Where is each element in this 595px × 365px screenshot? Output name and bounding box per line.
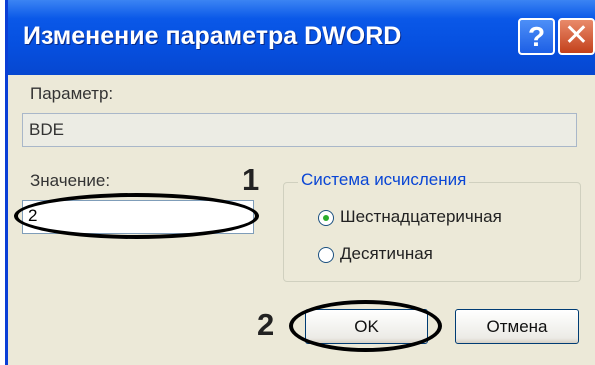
decimal-label[interactable]: Десятичная xyxy=(340,244,433,264)
radio-selected-dot xyxy=(323,215,329,221)
hexadecimal-label[interactable]: Шестнадцатеричная xyxy=(340,207,502,227)
annotation-marker-2: 2 xyxy=(257,307,275,342)
parameter-label: Параметр: xyxy=(30,84,114,103)
dialog-title: Изменение параметра DWORD xyxy=(23,22,402,50)
close-button[interactable]: ✕ xyxy=(558,18,595,55)
annotation-oval-ok xyxy=(289,300,442,352)
annotation-oval-value xyxy=(14,193,259,239)
annotation-marker-1: 1 xyxy=(242,162,260,197)
decimal-radio[interactable] xyxy=(318,247,334,263)
title-bar[interactable]: Изменение параметра DWORD ? ✕ xyxy=(8,0,595,75)
help-button[interactable]: ? xyxy=(518,18,555,55)
hexadecimal-radio[interactable] xyxy=(318,210,334,226)
cancel-button[interactable]: Отмена xyxy=(455,309,579,344)
number-system-legend: Система исчисления xyxy=(298,170,470,190)
parameter-name-field: BDE xyxy=(22,113,577,147)
question-mark-icon: ? xyxy=(527,21,546,52)
number-system-group xyxy=(283,182,581,282)
value-label: Значение: xyxy=(30,171,111,190)
close-icon: ✕ xyxy=(563,19,590,52)
